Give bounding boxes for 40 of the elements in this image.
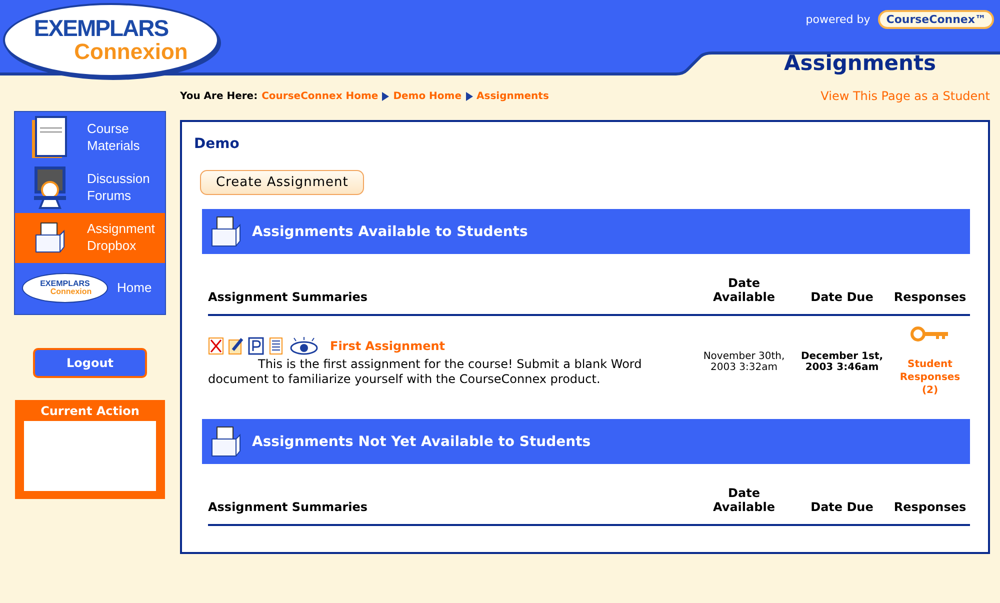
column-header: Date Available bbox=[712, 486, 776, 514]
exemplars-logo: EXEMPLARS Connexion bbox=[22, 273, 108, 303]
breadcrumb-link[interactable]: Assignments bbox=[476, 90, 549, 102]
column-header: Responses bbox=[894, 500, 966, 514]
courseconnex-logo[interactable]: CourseConnex™ bbox=[878, 10, 994, 29]
create-assignment-button[interactable]: Create Assignment bbox=[200, 170, 364, 195]
eye-icon[interactable] bbox=[288, 337, 320, 356]
sidebar-item[interactable]: Course Materials bbox=[15, 113, 165, 163]
column-header: Date Due bbox=[810, 290, 874, 304]
booklet-icon bbox=[30, 116, 70, 160]
edit-icon[interactable] bbox=[228, 337, 244, 356]
section-title: Assignments Available to Students bbox=[252, 224, 528, 240]
sidebar-item[interactable]: Assignment Dropbox bbox=[15, 213, 165, 263]
powered-by-label: powered by bbox=[806, 13, 870, 26]
assignment-description: This is the first assignment for the course! Submit a blank Word document to familiarize yourself with the CourseConnex product. bbox=[208, 357, 643, 386]
column-header: Responses bbox=[894, 290, 966, 304]
breadcrumb-link[interactable]: Demo Home bbox=[393, 90, 462, 102]
sidebar-item[interactable]: EXEMPLARS Connexion Home bbox=[15, 263, 165, 313]
date-available: November 30th, 2003 3:32am bbox=[702, 350, 786, 372]
sidebar-item[interactable]: Discussion Forums bbox=[15, 163, 165, 213]
assignment-title-link[interactable]: First Assignment bbox=[330, 339, 446, 354]
column-header: Date Due bbox=[810, 500, 874, 514]
list-icon[interactable] bbox=[268, 337, 284, 356]
student-responses-link[interactable]: Student Responses (2) bbox=[898, 358, 962, 397]
column-header: Assignment Summaries bbox=[208, 290, 368, 304]
letter-p-icon[interactable] bbox=[248, 337, 264, 356]
delete-icon[interactable] bbox=[208, 337, 224, 356]
breadcrumb-label: You Are Here: bbox=[180, 90, 258, 102]
logout-button[interactable]: Logout bbox=[33, 348, 147, 378]
student-view-link[interactable]: View This Page as a Student bbox=[820, 89, 990, 103]
arrow-icon bbox=[466, 92, 472, 100]
current-action-title: Current Action bbox=[40, 404, 140, 418]
breadcrumb-link[interactable]: CourseConnex Home bbox=[262, 90, 378, 102]
course-title: Demo bbox=[194, 136, 240, 152]
arrow-icon bbox=[382, 92, 390, 100]
section-title: Assignments Not Yet Available to Students bbox=[252, 434, 591, 450]
date-due: December 1st, 2003 3:46am bbox=[800, 350, 884, 372]
column-header: Date Available bbox=[712, 276, 776, 304]
page-title: Assignments bbox=[784, 51, 936, 75]
column-header: Assignment Summaries bbox=[208, 500, 368, 514]
